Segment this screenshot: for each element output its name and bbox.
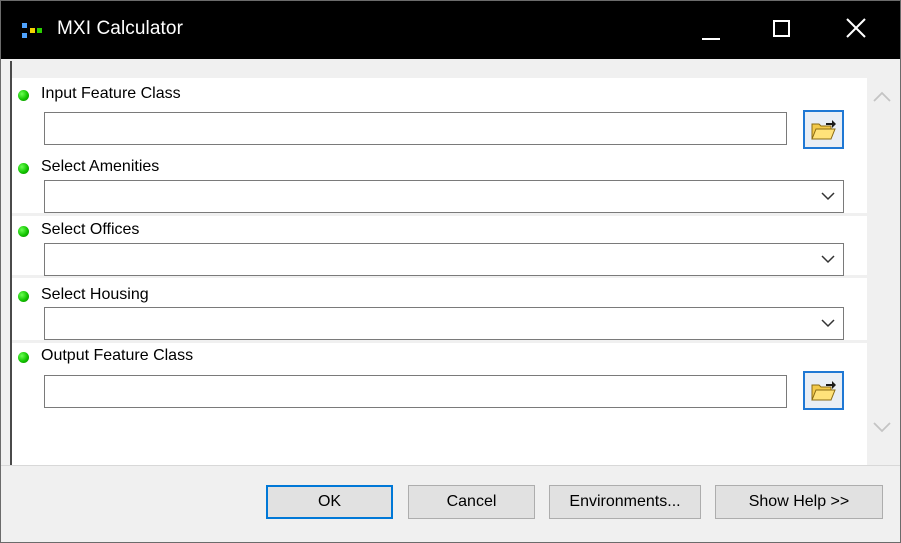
vertical-scrollbar[interactable]: [867, 61, 900, 465]
required-indicator-icon: [18, 163, 29, 174]
input-feature-class-field[interactable]: [44, 112, 787, 145]
required-indicator-icon: [18, 90, 29, 101]
output-feature-class-field[interactable]: [44, 375, 787, 408]
close-button[interactable]: [830, 1, 894, 59]
select-amenities-dropdown[interactable]: [44, 180, 844, 213]
title-bar[interactable]: MXI Calculator: [1, 1, 900, 59]
footer-divider: [1, 465, 900, 466]
ok-button[interactable]: OK: [266, 485, 393, 519]
tool-dialog-window: MXI Calculator Input Feature Class Selec…: [0, 0, 901, 543]
required-indicator-icon: [18, 352, 29, 363]
scroll-up-arrow-icon[interactable]: [872, 91, 892, 103]
input-browse-button[interactable]: [803, 110, 844, 149]
maximize-icon: [773, 20, 790, 37]
minimize-icon: [702, 38, 720, 40]
scroll-down-arrow-icon[interactable]: [872, 421, 892, 433]
required-indicator-icon: [18, 291, 29, 302]
select-offices-dropdown[interactable]: [44, 243, 844, 276]
minimize-button[interactable]: [680, 1, 744, 59]
cancel-button[interactable]: Cancel: [408, 485, 535, 519]
environments-button[interactable]: Environments...: [549, 485, 701, 519]
window-title: MXI Calculator: [57, 18, 183, 39]
open-folder-icon: [811, 120, 836, 140]
output-browse-button[interactable]: [803, 371, 844, 410]
select-housing-dropdown[interactable]: [44, 307, 844, 340]
open-folder-icon: [811, 381, 836, 401]
close-icon: [846, 18, 866, 38]
show-help-button[interactable]: Show Help >>: [715, 485, 883, 519]
chevron-down-icon: [821, 255, 835, 264]
chevron-down-icon: [821, 319, 835, 328]
maximize-button[interactable]: [758, 1, 822, 59]
toolbox-model-icon: [22, 23, 44, 39]
chevron-down-icon: [821, 192, 835, 201]
required-indicator-icon: [18, 226, 29, 237]
